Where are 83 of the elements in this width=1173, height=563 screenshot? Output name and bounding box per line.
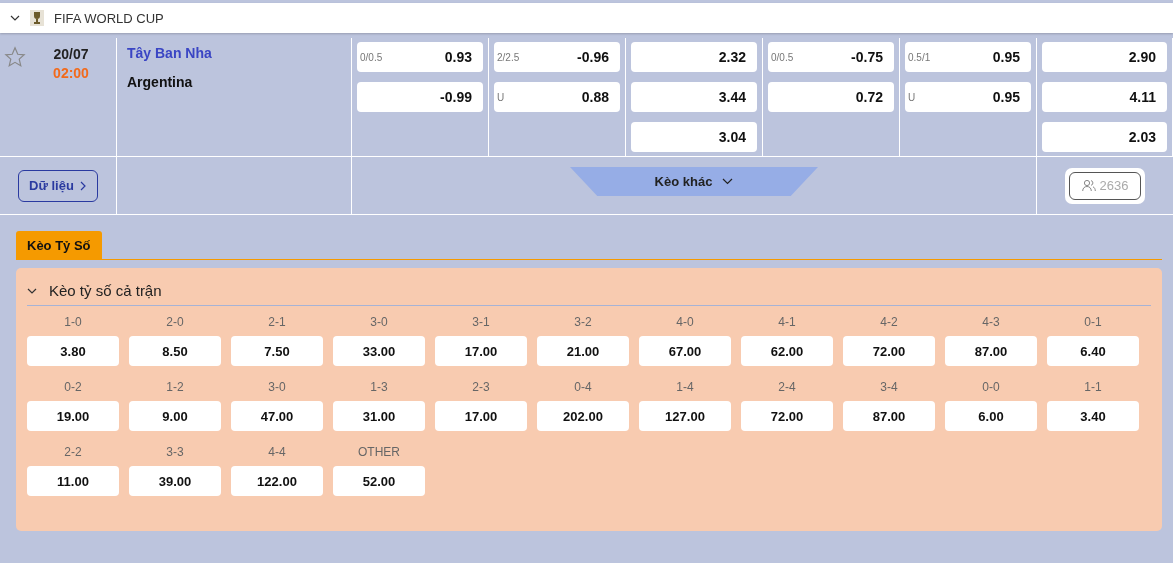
odds-button[interactable]: 39.00 — [129, 466, 221, 496]
score-label: 0-4 — [574, 380, 592, 394]
score-label: 2-0 — [166, 315, 184, 329]
score-label: 1-1 — [1084, 380, 1102, 394]
score-label: 1-2 — [166, 380, 184, 394]
odds-button[interactable]: -0.99 — [357, 82, 483, 112]
score-label: 2-3 — [472, 380, 490, 394]
section-title[interactable]: Kèo tỷ số cả trận — [49, 282, 162, 299]
score-label: 3-4 — [880, 380, 898, 394]
score-label: 3-2 — [574, 315, 592, 329]
odds-button[interactable]: 21.00 — [537, 336, 629, 366]
chevron-right-icon — [79, 180, 87, 191]
chevron-down-icon — [722, 178, 734, 185]
score-label: 2-2 — [64, 445, 82, 459]
score-label: 1-0 — [64, 315, 82, 329]
odds-button[interactable]: 72.00 — [843, 336, 935, 366]
score-label: 2-1 — [268, 315, 286, 329]
odds-button[interactable]: 202.00 — [537, 401, 629, 431]
away-team[interactable]: Argentina — [127, 74, 193, 90]
odds-button[interactable]: 6.40 — [1047, 336, 1139, 366]
match-date: 20/07 — [53, 46, 89, 62]
odds-button[interactable]: 4.11 — [1042, 82, 1167, 112]
more-odds-button[interactable]: Kèo khác — [570, 167, 818, 196]
score-label: 3-3 — [166, 445, 184, 459]
home-team[interactable]: Tây Ban Nha — [127, 45, 212, 61]
odds-button[interactable]: U 0.95 — [905, 82, 1031, 112]
odds-button[interactable]: 67.00 — [639, 336, 731, 366]
odds-button[interactable]: 33.00 — [333, 336, 425, 366]
score-label: 0-1 — [1084, 315, 1102, 329]
odds-button[interactable]: 31.00 — [333, 401, 425, 431]
odds-button[interactable]: 3.40 — [1047, 401, 1139, 431]
odds-button[interactable]: 2.90 — [1042, 42, 1167, 72]
odds-button[interactable]: 3.04 — [631, 122, 757, 152]
odds-button[interactable]: 0.5/1 0.95 — [905, 42, 1031, 72]
odds-button[interactable]: 62.00 — [741, 336, 833, 366]
people-icon — [1081, 179, 1096, 192]
league-header[interactable]: FIFA WORLD CUP — [0, 3, 1173, 33]
data-button[interactable]: Dữ liệu — [18, 169, 98, 202]
odds-button[interactable]: 87.00 — [945, 336, 1037, 366]
star-icon[interactable] — [4, 46, 26, 68]
odds-button[interactable]: 72.00 — [741, 401, 833, 431]
score-label: OTHER — [358, 445, 400, 459]
match-time: 02:00 — [53, 65, 89, 81]
chevron-icon[interactable] — [10, 15, 20, 21]
score-label: 2-4 — [778, 380, 796, 394]
score-label: 4-0 — [676, 315, 694, 329]
odds-button[interactable]: U 0.88 — [494, 82, 620, 112]
odds-button[interactable]: 87.00 — [843, 401, 935, 431]
odds-button[interactable]: 9.00 — [129, 401, 221, 431]
score-label: 3-1 — [472, 315, 490, 329]
odds-button[interactable]: 7.50 — [231, 336, 323, 366]
odds-button[interactable]: 17.00 — [435, 336, 527, 366]
odds-button[interactable]: 3.80 — [27, 336, 119, 366]
score-label: 0-2 — [64, 380, 82, 394]
odds-button[interactable]: 0/0.5 -0.75 — [768, 42, 894, 72]
score-label: 3-0 — [268, 380, 286, 394]
odds-button[interactable]: 52.00 — [333, 466, 425, 496]
score-label: 4-1 — [778, 315, 796, 329]
chevron-icon[interactable] — [27, 287, 37, 294]
trophy-icon — [30, 10, 44, 26]
odds-button[interactable]: 6.00 — [945, 401, 1037, 431]
score-label: 1-3 — [370, 380, 388, 394]
score-label: 4-3 — [982, 315, 1000, 329]
odds-button[interactable]: 11.00 — [27, 466, 119, 496]
odds-button[interactable]: 0.72 — [768, 82, 894, 112]
odds-button[interactable]: 2.32 — [631, 42, 757, 72]
odds-button[interactable]: 8.50 — [129, 336, 221, 366]
league-title: FIFA WORLD CUP — [54, 10, 164, 26]
odds-button[interactable]: 19.00 — [27, 401, 119, 431]
odds-button[interactable]: 122.00 — [231, 466, 323, 496]
odds-button[interactable]: 0/0.5 0.93 — [357, 42, 483, 72]
score-label: 4-2 — [880, 315, 898, 329]
odds-button[interactable]: 17.00 — [435, 401, 527, 431]
odds-button[interactable]: 2/2.5 -0.96 — [494, 42, 620, 72]
odds-button[interactable]: 127.00 — [639, 401, 731, 431]
odds-button[interactable]: 2.03 — [1042, 122, 1167, 152]
odds-button[interactable]: 47.00 — [231, 401, 323, 431]
odds-button[interactable]: 3.44 — [631, 82, 757, 112]
score-label: 0-0 — [982, 380, 1000, 394]
score-label: 3-0 — [370, 315, 388, 329]
tab[interactable]: Kèo Tỷ Số — [16, 231, 102, 259]
score-label: 1-4 — [676, 380, 694, 394]
score-label: 4-4 — [268, 445, 286, 459]
